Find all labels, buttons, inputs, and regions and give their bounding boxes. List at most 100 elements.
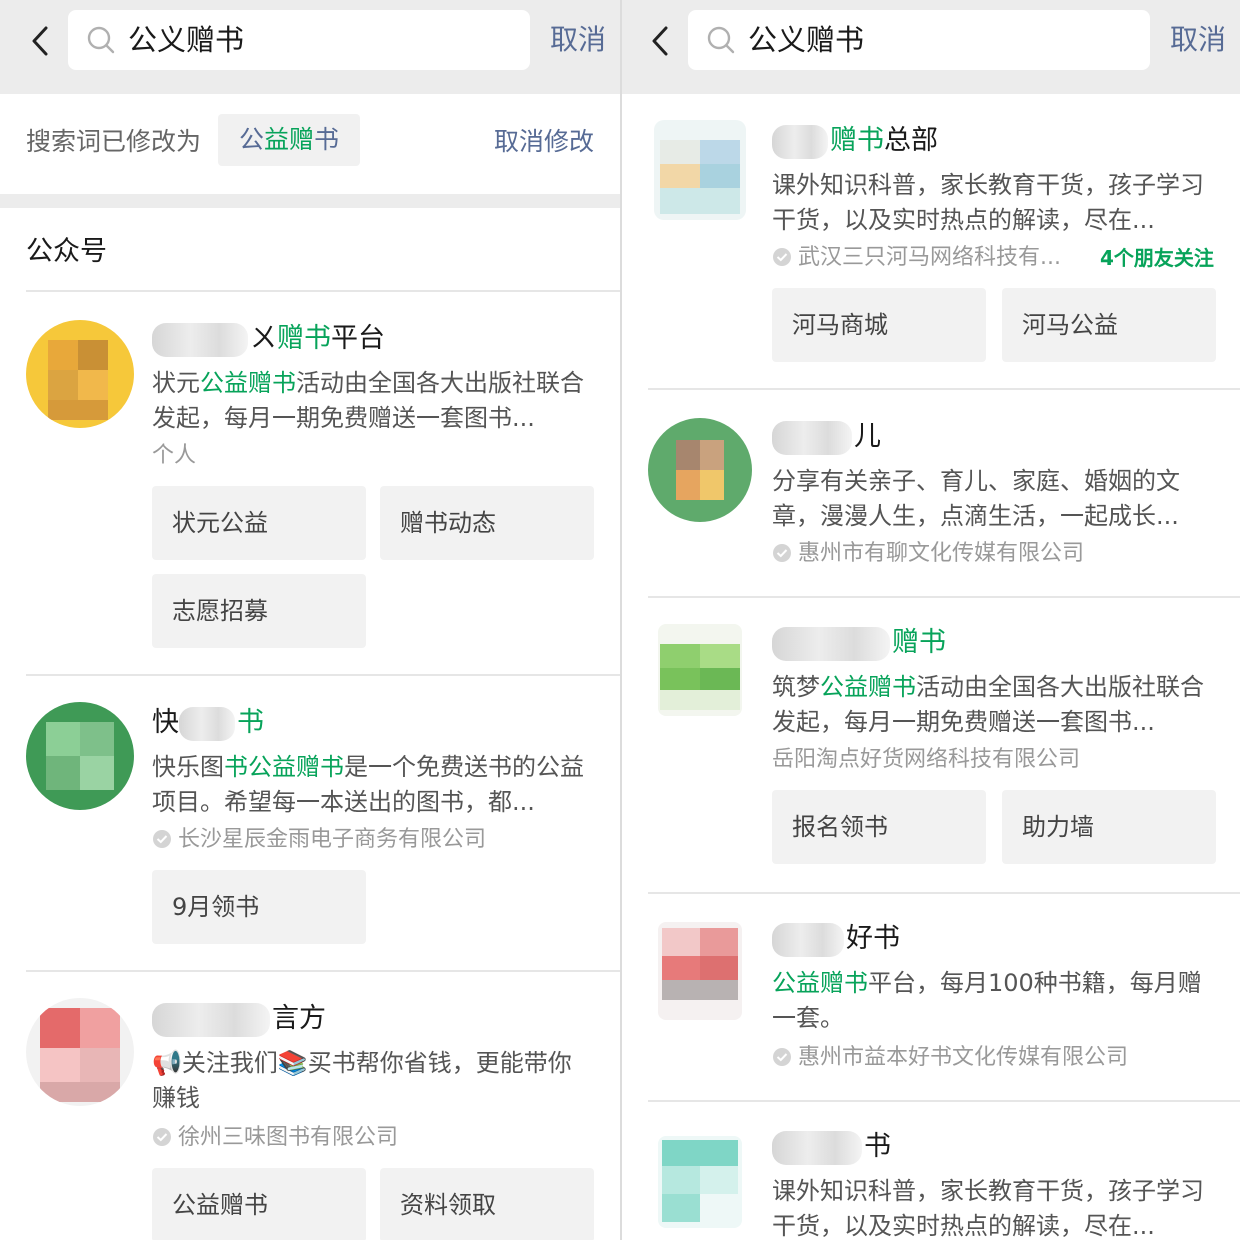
left-screen: 公义赠书 取消 搜索词已修改为 公益赠书 取消修改 公众号 ㄨ赠书平台 状元公益… [0,0,620,1240]
name-text: 书 [864,1131,891,1162]
owner-text: 惠州市有聊文化传媒有限公司 [798,541,1085,566]
account-owner: 岳阳淘点好货网络科技有限公司 [772,747,1081,772]
name-text: ㄨ [250,323,277,354]
account-owner: 惠州市有聊文化传媒有限公司 [772,538,1084,570]
account-item[interactable]: 赠书 筑梦公益赠书活动由全国各大出版社联合发起，每月一期免费赠送一套图书... … [622,598,1240,892]
account-name: 儿 [772,418,881,456]
account-name: 言方 [152,1000,326,1038]
name-text: 言方 [272,1003,326,1034]
account-item[interactable]: 儿 分享有关亲子、育儿、家庭、婚姻的文章，漫漫人生，点滴生活，一起成长... 惠… [622,390,1240,596]
account-name: 快书 [152,704,264,742]
blurred-name [772,1130,862,1165]
account-avatar [658,624,742,716]
search-header: 公义赠书 取消 [622,0,1240,94]
owner-text: 惠州市益本好书文化传媒有限公司 [798,1045,1129,1070]
friends-following-count: 4个朋友关注 [1100,246,1214,270]
correction-label: 搜索词已修改为 [26,127,202,156]
account-menu-button[interactable]: 河马公益 [1002,288,1216,362]
search-correction-bar: 搜索词已修改为 公益赠书 取消修改 [0,94,620,194]
desc-text: 快乐图 [152,753,224,781]
search-icon [707,26,735,54]
desc-text: 状元 [152,369,200,397]
back-chevron-icon[interactable] [644,22,678,60]
account-menu-button[interactable]: 状元公益 [152,486,366,560]
cancel-button[interactable]: 取消 [1170,20,1226,60]
account-name: 赠书 [772,624,946,662]
chip-highlight: 益赠 [263,125,314,154]
account-avatar [26,998,134,1106]
account-menu-button[interactable]: 志愿招募 [152,574,366,648]
account-owner: 惠州市益本好书文化传媒有限公司 [772,1042,1128,1074]
chip-text: 公 [238,125,264,154]
search-icon [87,26,115,54]
blurred-name [772,124,828,159]
name-text: 总部 [884,125,938,156]
section-title-official-accounts: 公众号 [26,236,107,267]
cancel-correction-link[interactable]: 取消修改 [494,124,594,160]
account-menu-button[interactable]: 赠书动态 [380,486,594,560]
name-text: 快 [152,707,179,738]
verified-badge-icon [153,1128,171,1146]
name-text: 儿 [854,421,881,452]
name-highlight: 赠书 [277,323,331,354]
desc-highlight: 公益赠书 [200,369,296,397]
account-description: 状元公益赠书活动由全国各大出版社联合发起，每月一期免费赠送一套图书... [152,366,592,436]
account-item[interactable]: 赠书总部 课外知识科普，家长教育干货，孩子学习干货，以及实时热点的解读，尽在..… [622,96,1240,388]
account-menu-button[interactable]: 资料领取 [380,1168,594,1240]
blurred-name [152,1002,270,1037]
corrected-term-chip[interactable]: 公益赠书 [218,114,360,166]
account-item[interactable]: ㄨ赠书平台 状元公益赠书活动由全国各大出版社联合发起，每月一期免费赠送一套图书.… [0,292,620,676]
account-avatar [654,120,746,220]
right-screen: 公义赠书 取消 赠书总部 课外知识科普，家长教育干货，孩子学习干货，以及实时热点… [622,0,1240,1240]
search-query-text: 公义赠书 [128,23,245,57]
account-owner: 武汉三只河马网络科技有... [772,242,1061,274]
verified-badge-icon [153,830,171,848]
account-avatar [658,922,742,1020]
blurred-name [772,420,852,455]
section-gap [0,194,620,208]
back-chevron-icon[interactable] [24,22,58,60]
search-input[interactable]: 公义赠书 [68,10,530,70]
owner-text: 长沙星辰金雨电子商务有限公司 [178,827,487,852]
search-query-text: 公义赠书 [748,23,865,57]
blurred-name [772,626,890,661]
account-avatar [26,702,134,810]
account-name: 好书 [772,920,900,958]
desc-text: 筑梦 [772,673,820,701]
account-item[interactable]: 言方 📢关注我们📚买书帮你省钱，更能带你赚钱 徐州三味图书有限公司 公益赠书 资… [0,972,620,1240]
verified-badge-icon [773,544,791,562]
chip-text: 书 [314,125,340,154]
search-input[interactable]: 公义赠书 [688,10,1150,70]
name-text: 好书 [846,923,900,954]
name-highlight: 赠书 [892,627,946,658]
owner-text: 武汉三只河马网络科技有... [798,245,1061,270]
account-name: 书 [772,1128,891,1166]
name-text: 平台 [331,323,385,354]
account-description: 公益赠书平台，每月100种书籍，每月赠一套。 [772,966,1212,1036]
account-menu-button[interactable]: 助力墙 [1002,790,1216,864]
blurred-name [179,706,235,741]
owner-text: 徐州三味图书有限公司 [178,1125,399,1150]
account-item[interactable]: 快书 快乐图书公益赠书是一个免费送书的公益项目。希望每一本送出的图书，都... … [0,676,620,970]
name-highlight: 赠书 [830,125,884,156]
account-menu-button[interactable]: 河马商城 [772,288,986,362]
search-header: 公义赠书 取消 [0,0,620,94]
account-item[interactable]: 好书 公益赠书平台，每月100种书籍，每月赠一套。 惠州市益本好书文化传媒有限公… [622,894,1240,1100]
account-description: 📢关注我们📚买书帮你省钱，更能带你赚钱 [152,1049,572,1112]
account-owner: 长沙星辰金雨电子商务有限公司 [152,824,486,856]
account-item[interactable]: 书 课外知识科普，家长教育干货，孩子学习干货，以及实时热点的解读，尽在... [622,1102,1240,1240]
cancel-button[interactable]: 取消 [550,20,606,60]
account-menu-button[interactable]: 9月领书 [152,870,366,944]
account-menu-button[interactable]: 公益赠书 [152,1168,366,1240]
account-owner: 徐州三味图书有限公司 [152,1122,398,1154]
verified-badge-icon [773,1048,791,1066]
account-description: 课外知识科普，家长教育干货，孩子学习干货，以及实时热点的解读，尽在... [772,171,1204,234]
account-avatar [648,418,752,522]
account-avatar [658,1136,742,1228]
blurred-name [152,322,248,357]
account-type: 个人 [152,443,197,468]
desc-highlight: 公益赠书 [772,969,868,997]
account-menu-button[interactable]: 报名领书 [772,790,986,864]
account-name: ㄨ赠书平台 [152,320,385,358]
blurred-name [772,922,844,957]
